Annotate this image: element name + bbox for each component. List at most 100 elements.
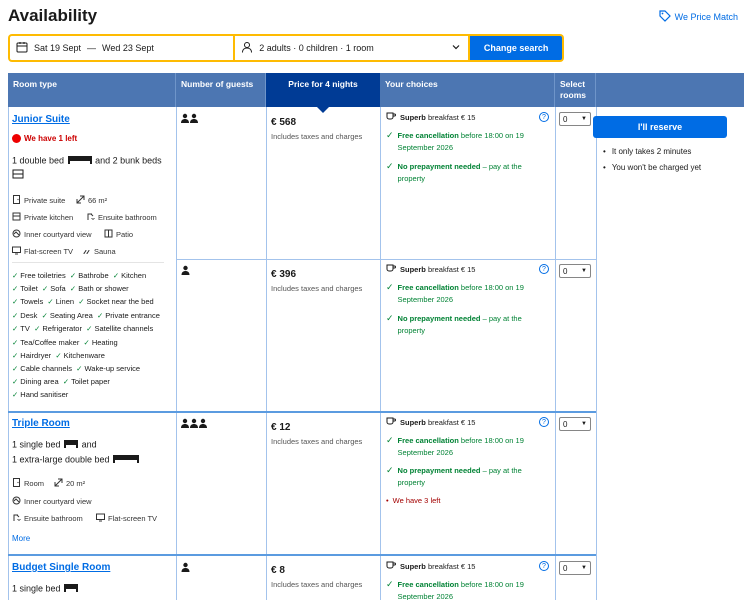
double-bed-icon bbox=[112, 453, 140, 468]
amenity-row: ✓ Toilet ✓ Sofa ✓ Bath or shower bbox=[12, 284, 129, 293]
page-title: Availability bbox=[8, 6, 98, 25]
free-cancellation-info: ✓ Free cancellation before 18:00 on 19 Se… bbox=[386, 435, 524, 457]
kitchen-icon bbox=[12, 212, 21, 223]
guests-icon-1 bbox=[181, 265, 190, 278]
shower-icon bbox=[86, 212, 95, 223]
help-icon[interactable]: ? bbox=[539, 112, 549, 122]
price-note: Includes taxes and charges bbox=[271, 580, 363, 589]
calendar-icon bbox=[16, 41, 28, 55]
header-your-choices: Your choices bbox=[380, 73, 555, 107]
offer-price: € 396 bbox=[271, 269, 297, 280]
room-quantity-select[interactable]: 0 ▼ bbox=[559, 112, 591, 126]
person-icon bbox=[241, 41, 253, 55]
check-in-date: Sat 19 Sept bbox=[34, 43, 82, 53]
amenity-row: ✓ Dining area ✓ Toilet paper bbox=[12, 377, 110, 386]
room-quantity-select[interactable]: 0 ▼ bbox=[559, 417, 591, 431]
amenity-row: ✓ Free toiletries ✓ Bathrobe ✓ Kitchen bbox=[12, 271, 147, 280]
single-bed-icon bbox=[63, 582, 79, 597]
feature-courtyard-view: Inner courtyard view bbox=[12, 496, 92, 507]
no-prepayment-info: ✓ No prepayment needed – pay at the prope… bbox=[386, 313, 522, 335]
price-match-link[interactable]: We Price Match bbox=[659, 10, 738, 24]
price-note: Includes taxes and charges bbox=[271, 284, 363, 293]
reserve-button[interactable]: I'll reserve bbox=[593, 116, 727, 138]
feature-flat-screen-tv: Flat-screen TV bbox=[96, 513, 157, 524]
amenity-row: ✓ Desk ✓ Seating Area ✓ Private entrance bbox=[12, 311, 160, 320]
price-match-label: We Price Match bbox=[674, 12, 738, 22]
bullet: • bbox=[386, 496, 389, 505]
coffee-cup-icon bbox=[386, 561, 396, 574]
guests-selector[interactable]: 2 adults · 0 children · 1 room bbox=[235, 36, 469, 60]
bed-configuration: 1 single bed and 1 extra-large double be… bbox=[12, 438, 140, 467]
room-quantity-select[interactable]: 0 ▼ bbox=[559, 264, 591, 278]
info-bullet: You won't be charged yet bbox=[603, 163, 701, 172]
tv-icon bbox=[96, 513, 105, 524]
help-icon[interactable]: ? bbox=[539, 264, 549, 274]
bed-text-1: 1 double bed bbox=[12, 155, 65, 166]
check-icon: ✓ bbox=[386, 282, 394, 292]
amenity-row: ✓ Hand sanitiser bbox=[12, 390, 69, 399]
double-bed-icon bbox=[67, 154, 93, 169]
date-picker[interactable]: Sat 19 Sept — Wed 23 Sept bbox=[10, 36, 234, 60]
offer-price: € 568 bbox=[271, 117, 297, 128]
guests-summary: 2 adults · 0 children · 1 room bbox=[259, 43, 374, 53]
help-icon[interactable]: ? bbox=[539, 561, 549, 571]
alert-text: We have 1 left bbox=[24, 134, 78, 143]
feature-private-suite: Private suite bbox=[12, 195, 65, 206]
coffee-cup-icon bbox=[386, 417, 396, 430]
feature-ensuite-bathroom: Ensuite bathroom bbox=[86, 212, 157, 223]
amenity-row: ✓ Tea/Coffee maker ✓ Heating bbox=[12, 338, 118, 347]
feature-ensuite-bathroom: Ensuite bathroom bbox=[12, 513, 83, 524]
amenity-row: ✓ TV ✓ Refrigerator ✓ Satellite channels bbox=[12, 324, 154, 333]
more-link[interactable]: More bbox=[12, 534, 30, 543]
bed-configuration: 1 single bed bbox=[12, 582, 79, 597]
amenity-row: ✓ Cable channels ✓ Wake-up service bbox=[12, 364, 141, 373]
coffee-cup-icon bbox=[386, 112, 396, 125]
room-name-budget-single-room[interactable]: Budget Single Room bbox=[12, 562, 110, 573]
help-icon[interactable]: ? bbox=[539, 417, 549, 427]
shower-icon bbox=[12, 513, 21, 524]
breakfast-info: Superb breakfast € 15 bbox=[386, 561, 475, 574]
coffee-cup-icon bbox=[386, 264, 396, 277]
breakfast-info: Superb breakfast € 15 bbox=[386, 264, 475, 277]
chevron-down-icon bbox=[450, 41, 462, 55]
patio-icon bbox=[104, 229, 113, 240]
change-search-button[interactable]: Change search bbox=[470, 36, 562, 60]
size-icon bbox=[76, 195, 85, 206]
feature-sauna: Sauna bbox=[82, 246, 116, 257]
check-icon: ✓ bbox=[386, 579, 394, 589]
amenity-row: ✓ Hairdryer ✓ Kitchenware bbox=[12, 351, 105, 360]
sauna-icon bbox=[82, 246, 91, 257]
check-icon: ✓ bbox=[386, 161, 394, 171]
amenity-row: ✓ Towels ✓ Linen ✓ Socket near the bed bbox=[12, 297, 154, 306]
alert-dot-icon bbox=[12, 134, 21, 143]
bed-text-2: and 2 bunk beds bbox=[95, 155, 162, 166]
feature-flat-screen-tv: Flat-screen TV bbox=[12, 246, 73, 257]
header-price[interactable]: Price for 4 nights bbox=[266, 73, 380, 113]
feature-size: 20 m² bbox=[54, 478, 85, 489]
check-icon: ✓ bbox=[386, 130, 394, 140]
chevron-down-icon: ▼ bbox=[581, 565, 587, 571]
guests-icon-2 bbox=[181, 113, 199, 126]
room-name-junior-suite[interactable]: Junior Suite bbox=[12, 114, 70, 125]
room-quantity-select[interactable]: 0 ▼ bbox=[559, 561, 591, 575]
price-note: Includes taxes and charges bbox=[271, 437, 363, 446]
guests-icon-1 bbox=[181, 562, 190, 575]
size-icon bbox=[54, 478, 63, 489]
bed-configuration: 1 double bed and 2 bunk beds bbox=[12, 154, 162, 183]
room-name-triple-room[interactable]: Triple Room bbox=[12, 418, 70, 429]
view-icon bbox=[12, 229, 21, 240]
chevron-down-icon: ▼ bbox=[581, 268, 587, 274]
chevron-down-icon: ▼ bbox=[581, 421, 587, 427]
offer-price: € 8 bbox=[271, 565, 285, 576]
free-cancellation-info: ✓ Free cancellation before 18:00 on 19 Se… bbox=[386, 579, 524, 600]
date-separator: — bbox=[87, 43, 97, 53]
breakfast-info: Superb breakfast € 15 bbox=[386, 112, 475, 125]
check-icon: ✓ bbox=[386, 313, 394, 323]
door-icon bbox=[12, 478, 21, 489]
feature-room: Room bbox=[12, 478, 44, 489]
single-bed-icon bbox=[63, 438, 79, 453]
header-select-rooms: Select rooms bbox=[555, 73, 596, 107]
check-icon: ✓ bbox=[386, 465, 394, 475]
feature-private-kitchen: Private kitchen bbox=[12, 212, 73, 223]
info-bullet: It only takes 2 minutes bbox=[603, 147, 692, 156]
